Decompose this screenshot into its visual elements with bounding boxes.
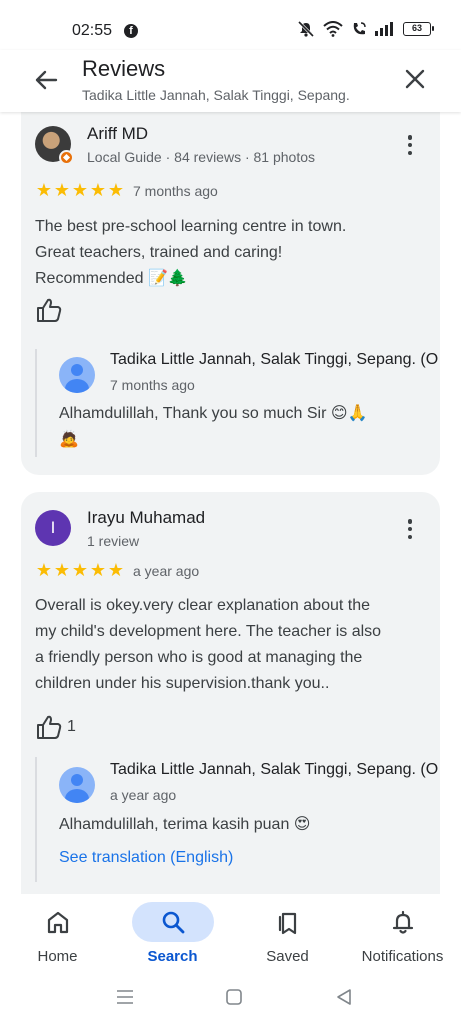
owner-reply: Tadika Little Jannah, Salak Tinggi, Sepa…: [35, 757, 440, 882]
thumbs-up-icon[interactable]: [35, 713, 63, 741]
star-icon: ★: [35, 560, 53, 580]
local-guide-badge-icon: [59, 150, 74, 165]
review-text-line: children under his supervision.thank you…: [35, 675, 330, 692]
review-text-line: my child's development here. The teacher…: [35, 623, 382, 640]
saved-icon: [278, 912, 296, 935]
review-text-line: The best pre-school learning centre in t…: [35, 218, 347, 235]
star-icon: ★: [89, 560, 107, 580]
nav-saved[interactable]: Saved: [230, 894, 345, 976]
review-text: The best pre-school learning centre in t…: [35, 214, 425, 292]
nav-search-label: Search: [147, 948, 198, 965]
review-text: Overall is okey.very clear explanation a…: [35, 593, 425, 697]
review-text-line: Recommended 📝🌲: [35, 270, 188, 287]
like-count: 1: [67, 718, 76, 735]
reviewer-avatar[interactable]: I: [35, 510, 71, 546]
see-translation-link[interactable]: See translation (English): [59, 849, 233, 867]
close-icon[interactable]: [400, 64, 430, 94]
reviewer-avatar[interactable]: [35, 126, 74, 165]
review-card: Ariff MD Local Guide · 84 reviews · 81 p…: [21, 112, 440, 475]
thumbs-up-icon[interactable]: [35, 296, 63, 324]
review-card: I Irayu Muhamad 1 review ★ ★ ★ ★ ★ a yea…: [21, 492, 440, 894]
nav-home-label: Home: [37, 948, 78, 965]
owner-name[interactable]: Tadika Little Jannah, Salak Tinggi, Sepa…: [110, 761, 438, 779]
star-icon: ★: [107, 180, 125, 200]
battery-indicator: 63: [403, 22, 434, 36]
system-navigation-bar: [0, 976, 461, 1024]
wifi-call-icon: [353, 22, 366, 35]
more-options-icon[interactable]: [400, 516, 420, 542]
back-arrow-icon[interactable]: [30, 64, 62, 96]
page-title: Reviews: [82, 56, 166, 81]
home-icon: [47, 911, 68, 934]
owner-avatar[interactable]: [59, 357, 95, 393]
bottom-navigation: Home Search Saved Notifications: [0, 894, 461, 976]
star-icon: ★: [53, 180, 71, 200]
page-subtitle: Tadika Little Jannah, Salak Tinggi, Sepa…: [82, 87, 350, 103]
reply-text-line: Alhamdulillah, terima kasih puan 😍: [59, 816, 311, 833]
home-button-icon[interactable]: [223, 986, 245, 1008]
star-icon: ★: [35, 180, 53, 200]
nav-notifications[interactable]: Notifications: [345, 894, 460, 976]
reviewer-meta: 1 review: [87, 533, 140, 549]
review-text-line: Great teachers, trained and caring!: [35, 244, 283, 261]
status-bar: 02:55 f 63: [0, 0, 461, 50]
star-icon: ★: [53, 560, 71, 580]
star-rating: ★ ★ ★ ★ ★: [35, 181, 125, 199]
owner-reply-text: Alhamdulillah, terima kasih puan 😍: [59, 812, 419, 838]
review-text-line: a friendly person who is good at managin…: [35, 649, 363, 666]
nav-search[interactable]: Search: [115, 894, 230, 976]
more-options-icon[interactable]: [400, 132, 420, 158]
reviewer-meta: Local Guide · 84 reviews · 81 photos: [87, 149, 316, 165]
reply-text-line: 🙇: [59, 431, 79, 448]
nav-saved-label: Saved: [266, 948, 309, 965]
reviewer-name[interactable]: Ariff MD: [87, 124, 148, 144]
star-icon: ★: [107, 560, 125, 580]
signal-icon: [375, 22, 393, 36]
nav-home[interactable]: Home: [0, 894, 115, 976]
owner-reply-time: a year ago: [110, 787, 177, 803]
review-time: a year ago: [133, 563, 200, 579]
recent-apps-icon[interactable]: [114, 986, 136, 1008]
star-icon: ★: [71, 560, 89, 580]
owner-name[interactable]: Tadika Little Jannah, Salak Tinggi, Sepa…: [110, 351, 438, 369]
star-icon: ★: [89, 180, 107, 200]
review-text-line: Overall is okey.very clear explanation a…: [35, 597, 370, 614]
review-time: 7 months ago: [133, 183, 218, 199]
owner-reply-time: 7 months ago: [110, 377, 195, 393]
star-rating: ★ ★ ★ ★ ★: [35, 561, 125, 579]
nav-notifications-label: Notifications: [361, 948, 444, 965]
facebook-notification-icon: f: [124, 24, 138, 38]
wifi-icon: [323, 21, 343, 37]
back-button-icon[interactable]: [333, 986, 355, 1008]
owner-reply: Tadika Little Jannah, Salak Tinggi, Sepa…: [35, 349, 440, 457]
search-icon: [162, 911, 184, 934]
reply-text-line: Alhamdulillah, Thank you so much Sir 😊🙏: [59, 405, 368, 422]
reviewer-name[interactable]: Irayu Muhamad: [87, 508, 205, 528]
app-header: Reviews Tadika Little Jannah, Salak Ting…: [0, 50, 461, 112]
status-icons: 63: [297, 21, 434, 37]
mute-icon: [297, 21, 315, 37]
status-time: 02:55: [72, 22, 113, 39]
owner-avatar[interactable]: [59, 767, 95, 803]
owner-reply-text: Alhamdulillah, Thank you so much Sir 😊🙏 …: [59, 401, 419, 453]
star-icon: ★: [71, 180, 89, 200]
reviews-list[interactable]: Ariff MD Local Guide · 84 reviews · 81 p…: [0, 112, 461, 894]
bell-icon: [392, 910, 413, 934]
